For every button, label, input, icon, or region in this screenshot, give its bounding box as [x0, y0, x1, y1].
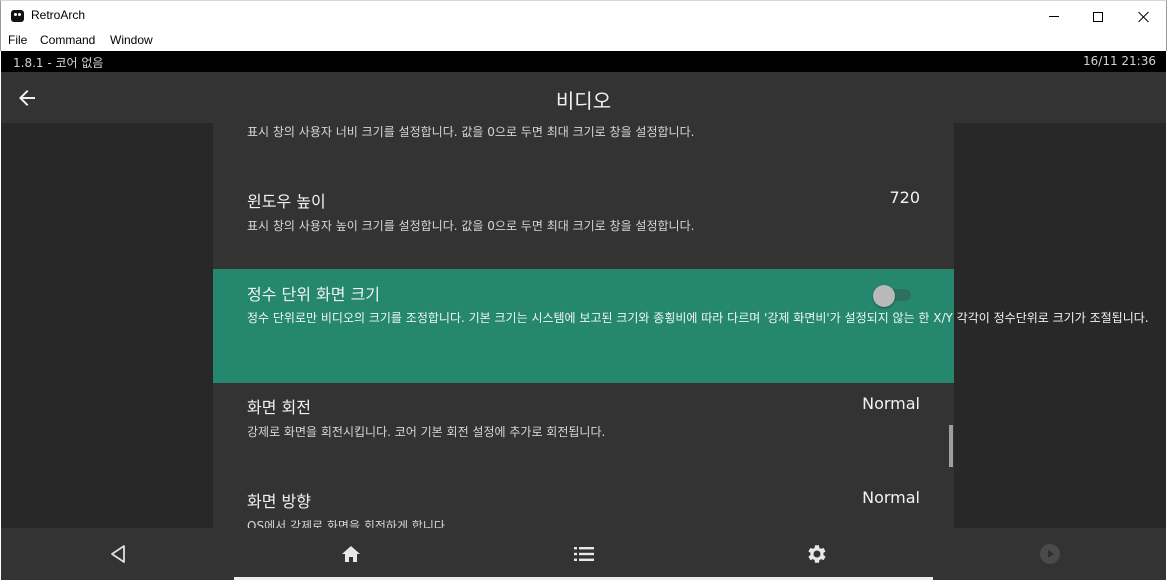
- retroarch-app: 1.8.1 - 코어 없음 16/11 21:36 비디오 표시 창의 사용자 …: [1, 51, 1166, 580]
- entry-value: Normal: [862, 488, 920, 507]
- maximize-button[interactable]: [1075, 1, 1121, 32]
- entry-description: 표시 창의 사용자 높이 크기를 설정합니다. 값을 0으로 두면 최대 크기로…: [247, 219, 695, 233]
- header: 비디오: [1, 72, 1166, 123]
- screen-orientation-entry[interactable]: 화면 방향 Normal OS에서 강제로 화면을 회전하게 합니다.: [213, 477, 954, 528]
- clock: 16/11 21:36: [1083, 54, 1156, 68]
- entry-description: OS에서 강제로 화면을 회전하게 합니다.: [247, 519, 449, 528]
- tab-run[interactable]: [933, 528, 1166, 580]
- settings-gear-icon: [807, 545, 826, 563]
- minimize-icon: [1049, 16, 1059, 17]
- list-icon: [573, 547, 594, 561]
- bottom-nav-bar: [1, 528, 1166, 580]
- entry-description: 표시 창의 사용자 너비 크기를 설정합니다. 값을 0으로 두면 최대 크기로…: [247, 125, 695, 139]
- menu-bar: File Command Window: [0, 31, 1167, 51]
- menu-file[interactable]: File: [8, 33, 27, 47]
- window-height-entry[interactable]: 윈도우 높이 720 표시 창의 사용자 높이 크기를 설정합니다. 값을 0으…: [213, 177, 954, 267]
- maximize-icon: [1093, 11, 1103, 22]
- screen-rotation-entry[interactable]: 화면 회전 Normal 강제로 화면을 회전시킵니다. 코어 기본 회전 설정…: [213, 383, 954, 475]
- settings-list: 표시 창의 사용자 너비 크기를 설정합니다. 값을 0으로 두면 최대 크기로…: [1, 123, 1166, 528]
- toggle-knob: [873, 285, 895, 307]
- entry-description: 정수 단위로만 비디오의 크기를 조정합니다. 기본 크기는 시스템에 보고된 …: [247, 311, 1149, 325]
- window-width-entry[interactable]: 표시 창의 사용자 너비 크기를 설정합니다. 값을 0으로 두면 최대 크기로…: [213, 123, 954, 148]
- minimize-button[interactable]: [1031, 1, 1077, 32]
- version-core-status: 1.8.1 - 코어 없음: [13, 56, 104, 70]
- play-circle-icon: [1039, 544, 1060, 564]
- settings-panel: 표시 창의 사용자 너비 크기를 설정합니다. 값을 0으로 두면 최대 크기로…: [213, 123, 1149, 528]
- window-title-bar: RetroArch: [0, 0, 1167, 31]
- integer-scale-toggle[interactable]: [873, 285, 913, 307]
- tab-list[interactable]: [467, 528, 700, 580]
- entry-value: Normal: [862, 394, 920, 413]
- close-icon: [1138, 11, 1150, 23]
- menu-window[interactable]: Window: [110, 33, 153, 47]
- status-bar: 1.8.1 - 코어 없음 16/11 21:36: [1, 51, 1166, 72]
- entry-label: 화면 회전: [247, 398, 311, 417]
- tab-home[interactable]: [234, 528, 467, 580]
- menu-command[interactable]: Command: [40, 33, 95, 47]
- page-title: 비디오: [555, 89, 612, 113]
- integer-scale-entry[interactable]: 정수 단위 화면 크기 정수 단위로만 비디오의 크기를 조정합니다. 기본 크…: [213, 269, 1149, 383]
- entry-label: 정수 단위 화면 크기: [247, 285, 381, 304]
- tab-settings[interactable]: [700, 528, 933, 580]
- tab-indicator: [234, 577, 933, 580]
- tab-back[interactable]: [1, 528, 234, 580]
- entry-label: 윈도우 높이: [247, 192, 326, 211]
- close-button[interactable]: [1121, 1, 1167, 32]
- back-triangle-icon: [110, 545, 125, 563]
- entry-description: 강제로 화면을 회전시킵니다. 코어 기본 회전 설정에 추가로 회전됩니다.: [247, 425, 606, 439]
- home-icon: [341, 546, 360, 562]
- scrollbar[interactable]: [949, 425, 953, 467]
- entry-value: 720: [889, 188, 920, 207]
- retroarch-logo-icon: [11, 10, 24, 22]
- entry-label: 화면 방향: [247, 492, 311, 511]
- window-title: RetroArch: [31, 8, 86, 22]
